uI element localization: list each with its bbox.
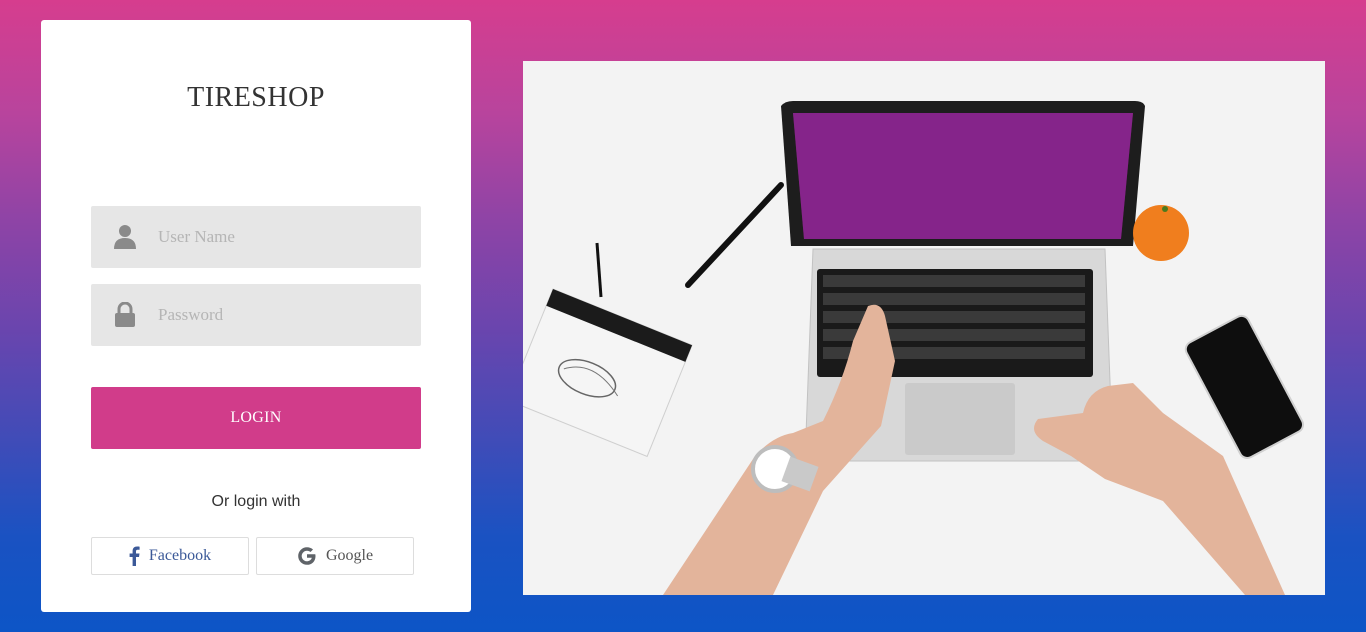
google-login-button[interactable]: Google xyxy=(256,537,414,575)
facebook-login-button[interactable]: Facebook xyxy=(91,537,249,575)
hero-image xyxy=(523,61,1325,595)
username-input[interactable] xyxy=(156,216,410,258)
facebook-icon xyxy=(129,546,140,566)
login-button[interactable]: LOGIN xyxy=(91,387,421,449)
google-icon xyxy=(297,546,317,566)
password-field[interactable] xyxy=(91,284,421,346)
facebook-label: Facebook xyxy=(148,547,212,564)
username-field[interactable] xyxy=(91,206,421,268)
password-input[interactable] xyxy=(156,294,410,336)
google-label: Google xyxy=(325,547,374,564)
or-login-with-text: Or login with xyxy=(211,493,301,510)
lock-icon xyxy=(114,302,136,328)
login-card: TIRESHOP LOGIN Or login with Facebook xyxy=(41,20,471,612)
brand-title: TIRESHOP xyxy=(187,82,325,113)
user-icon xyxy=(114,224,136,250)
